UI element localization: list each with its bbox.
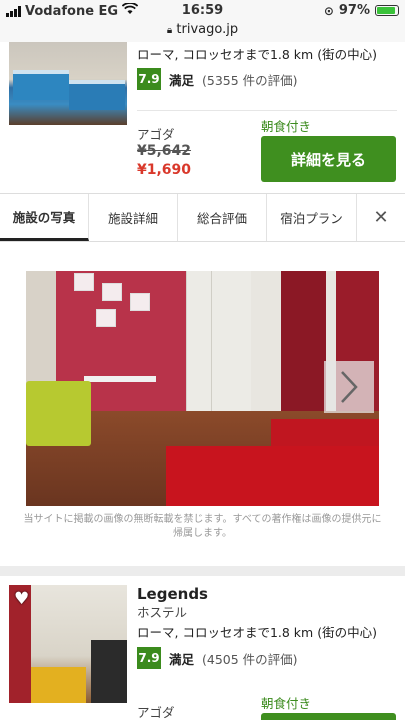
view-details-button[interactable]	[261, 713, 396, 720]
review-count: (5355 件の評価)	[202, 72, 298, 88]
photo-bed	[69, 80, 125, 110]
tab-details[interactable]: 施設詳細	[89, 194, 178, 241]
divider	[137, 110, 397, 111]
heart-icon[interactable]: ♥	[14, 589, 36, 609]
view-details-button[interactable]: 詳細を見る	[261, 136, 396, 182]
photo-gallery: 当サイトに掲載の画像の無断転載を禁じます。すべての著作権は画像の提供元に帰属しま…	[0, 243, 405, 563]
battery-percent: 97%	[338, 3, 370, 18]
photo-table	[84, 376, 156, 382]
breakfast-label: 朝食付き	[261, 119, 312, 134]
photo-bed	[31, 667, 86, 703]
photo-credit: 当サイトに掲載の画像の無断転載を禁じます。すべての著作権は画像の提供元に帰属しま…	[23, 514, 382, 539]
provider-name: アゴダ	[137, 705, 175, 720]
review-count: (4505 件の評価)	[202, 651, 298, 667]
chevron-right-icon	[341, 371, 358, 403]
hotel-type: ホステル	[137, 605, 188, 620]
status-right: ⊙ 97%	[324, 3, 399, 18]
breakfast-label: 朝食付き	[261, 696, 312, 711]
score-badge: 7.9	[137, 68, 161, 90]
location-arrow-icon: ⊙	[323, 3, 334, 18]
photo-wardrobe-door	[211, 271, 251, 416]
next-photo-button[interactable]	[324, 361, 374, 413]
score-label: 満足	[169, 72, 195, 88]
photo-bed	[166, 446, 379, 506]
section-divider	[0, 566, 405, 576]
hotel-rating: 7.9 満足 (4505 件の評価)	[137, 647, 298, 669]
hotel-photo[interactable]	[26, 271, 379, 506]
photo-curtain	[281, 271, 326, 421]
tab-photos[interactable]: 施設の写真	[0, 194, 89, 241]
status-bar: Vodafone EG 16:59 ⊙ 97%	[0, 0, 405, 22]
photo-frame	[130, 293, 150, 311]
close-icon[interactable]: ✕	[357, 194, 405, 241]
old-price: ¥5,642	[137, 143, 192, 159]
tab-reviews[interactable]: 総合評価	[178, 194, 267, 241]
hotel-card-2[interactable]: ♥ Legends ホステル ローマ, コロッセオまで1.8 km (街の中心)…	[0, 577, 405, 720]
hotel-thumbnail[interactable]: ♥	[9, 585, 127, 703]
hotel-rating: 7.9 満足 (5355 件の評価)	[137, 68, 298, 90]
photo-frame	[102, 283, 122, 301]
photo-bed	[13, 70, 69, 100]
detail-tabs: 施設の写真 施設詳細 総合評価 宿泊プラン ✕	[0, 193, 405, 242]
url-text: trivago.jp	[176, 22, 239, 37]
photo-frame	[74, 273, 94, 291]
photo-chair	[26, 381, 91, 446]
score-badge: 7.9	[137, 647, 161, 669]
lock-icon: 🔒︎	[166, 25, 173, 36]
hotel-thumbnail[interactable]	[9, 42, 127, 125]
provider-name: アゴダ	[137, 127, 175, 142]
tab-rates[interactable]: 宿泊プラン	[267, 194, 357, 241]
url-bar[interactable]: 🔒︎ trivago.jp	[0, 22, 405, 42]
battery-icon	[375, 5, 399, 16]
photo-bunk-bed	[91, 640, 127, 703]
hotel-card-1[interactable]: ローマ, コロッセオまで1.8 km (街の中心) 7.9 満足 (5355 件…	[0, 42, 405, 192]
score-label: 満足	[169, 651, 195, 667]
hotel-location: ローマ, コロッセオまで1.8 km (街の中心)	[137, 47, 377, 62]
photo-frame	[96, 309, 116, 327]
new-price: ¥1,690	[137, 162, 192, 178]
hotel-name[interactable]: Legends	[137, 585, 208, 603]
hotel-location: ローマ, コロッセオまで1.8 km (街の中心)	[137, 625, 377, 640]
